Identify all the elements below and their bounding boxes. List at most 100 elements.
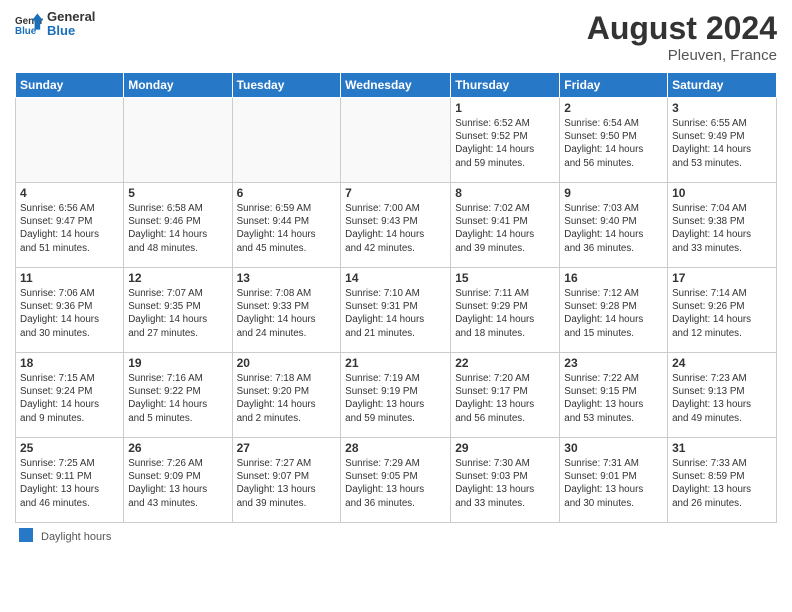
day-number: 6	[237, 186, 337, 200]
calendar-cell: 17 Sunrise: 7:14 AMSunset: 9:26 PMDayligh…	[668, 268, 777, 353]
calendar-cell	[341, 98, 451, 183]
day-info: Sunrise: 7:14 AMSunset: 9:26 PMDaylight:…	[672, 287, 772, 340]
day-number: 25	[20, 441, 119, 455]
calendar-cell	[16, 98, 124, 183]
logo-blue: Blue	[47, 23, 75, 38]
day-number: 21	[345, 356, 446, 370]
calendar-cell: 8 Sunrise: 7:02 AMSunset: 9:41 PMDaylight…	[451, 183, 560, 268]
calendar-cell: 19Sunrise: 7:16 AMSunset: 9:22 PMDayligh…	[124, 353, 232, 438]
day-info: Sunrise: 7:23 AMSunset: 9:13 PMDaylight:…	[672, 372, 772, 425]
calendar-cell: 15 Sunrise: 7:11 AMSunset: 9:29 PMDayligh…	[451, 268, 560, 353]
calendar-cell: 5 Sunrise: 6:58 AMSunset: 9:46 PMDaylight…	[124, 183, 232, 268]
day-info: Sunrise: 7:25 AMSunset: 9:11 PMDaylight:…	[20, 457, 119, 510]
calendar-cell: 30 Sunrise: 7:31 AMSunset: 9:01 PMDayligh…	[560, 438, 668, 523]
calendar-cell	[232, 98, 341, 183]
day-info: Sunrise: 7:08 AMSunset: 9:33 PMDaylight:…	[237, 287, 337, 340]
day-info: Sunrise: 7:30 AMSunset: 9:03 PMDaylight:…	[455, 457, 555, 510]
day-number: 17	[672, 271, 772, 285]
day-info: Sunrise: 7:18 AMSunset: 9:20 PMDaylight:…	[237, 372, 337, 425]
calendar-cell	[124, 98, 232, 183]
day-info: Sunrise: 7:12 AMSunset: 9:28 PMDaylight:…	[564, 287, 663, 340]
day-number: 23	[564, 356, 663, 370]
day-info: Sunrise: 7:19 AMSunset: 9:19 PMDaylight:…	[345, 372, 446, 425]
day-number: 27	[237, 441, 337, 455]
daylight-label: Daylight hours	[41, 531, 111, 543]
day-info: Sunrise: 6:56 AMSunset: 9:47 PMDaylight:…	[20, 202, 119, 255]
calendar-cell: 2Sunrise: 6:54 AMSunset: 9:50 PMDaylight…	[560, 98, 668, 183]
svg-text:Blue: Blue	[15, 26, 37, 37]
page-container: General Blue General Blue August 2024 Pl…	[0, 0, 792, 548]
daylight-color-box	[19, 528, 33, 542]
day-info: Sunrise: 7:03 AMSunset: 9:40 PMDaylight:…	[564, 202, 663, 255]
day-info: Sunrise: 6:52 AMSunset: 9:52 PMDaylight:…	[455, 117, 555, 170]
header: General Blue General Blue August 2024 Pl…	[15, 10, 777, 64]
calendar-week-3: 11Sunrise: 7:06 AMSunset: 9:36 PMDayligh…	[16, 268, 777, 353]
logo-general: General	[47, 9, 95, 24]
logo: General Blue General Blue	[15, 10, 95, 39]
col-saturday: Saturday	[668, 73, 777, 98]
calendar-table: Sunday Monday Tuesday Wednesday Thursday…	[15, 72, 777, 523]
day-number: 4	[20, 186, 119, 200]
calendar-cell: 25 Sunrise: 7:25 AMSunset: 9:11 PMDayligh…	[16, 438, 124, 523]
calendar-cell: 23 Sunrise: 7:22 AMSunset: 9:15 PMDayligh…	[560, 353, 668, 438]
day-number: 7	[345, 186, 446, 200]
day-number: 13	[237, 271, 337, 285]
calendar-week-5: 25 Sunrise: 7:25 AMSunset: 9:11 PMDayligh…	[16, 438, 777, 523]
col-sunday: Sunday	[16, 73, 124, 98]
calendar-header-row: Sunday Monday Tuesday Wednesday Thursday…	[16, 73, 777, 98]
calendar-cell: 22Sunrise: 7:20 AMSunset: 9:17 PMDayligh…	[451, 353, 560, 438]
calendar-cell: 26Sunrise: 7:26 AMSunset: 9:09 PMDayligh…	[124, 438, 232, 523]
day-number: 29	[455, 441, 555, 455]
day-info: Sunrise: 7:11 AMSunset: 9:29 PMDaylight:…	[455, 287, 555, 340]
calendar-cell: 16 Sunrise: 7:12 AMSunset: 9:28 PMDayligh…	[560, 268, 668, 353]
day-number: 18	[20, 356, 119, 370]
day-number: 16	[564, 271, 663, 285]
day-info: Sunrise: 7:04 AMSunset: 9:38 PMDaylight:…	[672, 202, 772, 255]
day-info: Sunrise: 6:58 AMSunset: 9:46 PMDaylight:…	[128, 202, 227, 255]
day-number: 5	[128, 186, 227, 200]
day-number: 30	[564, 441, 663, 455]
day-info: Sunrise: 7:20 AMSunset: 9:17 PMDaylight:…	[455, 372, 555, 425]
calendar-cell: 28Sunrise: 7:29 AMSunset: 9:05 PMDayligh…	[341, 438, 451, 523]
day-info: Sunrise: 7:27 AMSunset: 9:07 PMDaylight:…	[237, 457, 337, 510]
day-info: Sunrise: 7:29 AMSunset: 9:05 PMDaylight:…	[345, 457, 446, 510]
day-number: 2	[564, 101, 663, 115]
title-block: August 2024 Pleuven, France	[587, 10, 777, 64]
location: Pleuven, France	[587, 47, 777, 64]
calendar-cell: 10Sunrise: 7:04 AMSunset: 9:38 PMDayligh…	[668, 183, 777, 268]
calendar-cell: 31 Sunrise: 7:33 AMSunset: 8:59 PMDayligh…	[668, 438, 777, 523]
calendar-week-4: 18Sunrise: 7:15 AMSunset: 9:24 PMDayligh…	[16, 353, 777, 438]
calendar-cell: 1 Sunrise: 6:52 AMSunset: 9:52 PMDaylight…	[451, 98, 560, 183]
day-number: 15	[455, 271, 555, 285]
col-wednesday: Wednesday	[341, 73, 451, 98]
day-info: Sunrise: 7:33 AMSunset: 8:59 PMDaylight:…	[672, 457, 772, 510]
calendar-cell: 18Sunrise: 7:15 AMSunset: 9:24 PMDayligh…	[16, 353, 124, 438]
calendar-cell: 9Sunrise: 7:03 AMSunset: 9:40 PMDaylight…	[560, 183, 668, 268]
day-info: Sunrise: 7:00 AMSunset: 9:43 PMDaylight:…	[345, 202, 446, 255]
day-number: 31	[672, 441, 772, 455]
day-info: Sunrise: 6:59 AMSunset: 9:44 PMDaylight:…	[237, 202, 337, 255]
day-info: Sunrise: 6:55 AMSunset: 9:49 PMDaylight:…	[672, 117, 772, 170]
footer: Daylight hours	[15, 527, 777, 543]
day-info: Sunrise: 7:10 AMSunset: 9:31 PMDaylight:…	[345, 287, 446, 340]
col-tuesday: Tuesday	[232, 73, 341, 98]
calendar-cell: 20Sunrise: 7:18 AMSunset: 9:20 PMDayligh…	[232, 353, 341, 438]
day-info: Sunrise: 7:07 AMSunset: 9:35 PMDaylight:…	[128, 287, 227, 340]
day-info: Sunrise: 7:31 AMSunset: 9:01 PMDaylight:…	[564, 457, 663, 510]
day-number: 8	[455, 186, 555, 200]
calendar-week-1: 1 Sunrise: 6:52 AMSunset: 9:52 PMDaylight…	[16, 98, 777, 183]
calendar-cell: 21 Sunrise: 7:19 AMSunset: 9:19 PMDayligh…	[341, 353, 451, 438]
calendar-week-2: 4 Sunrise: 6:56 AMSunset: 9:47 PMDaylight…	[16, 183, 777, 268]
day-number: 1	[455, 101, 555, 115]
calendar-cell: 7 Sunrise: 7:00 AMSunset: 9:43 PMDaylight…	[341, 183, 451, 268]
day-info: Sunrise: 7:22 AMSunset: 9:15 PMDaylight:…	[564, 372, 663, 425]
col-friday: Friday	[560, 73, 668, 98]
calendar-cell: 12Sunrise: 7:07 AMSunset: 9:35 PMDayligh…	[124, 268, 232, 353]
calendar-cell: 14Sunrise: 7:10 AMSunset: 9:31 PMDayligh…	[341, 268, 451, 353]
col-monday: Monday	[124, 73, 232, 98]
day-info: Sunrise: 7:26 AMSunset: 9:09 PMDaylight:…	[128, 457, 227, 510]
calendar-cell: 11Sunrise: 7:06 AMSunset: 9:36 PMDayligh…	[16, 268, 124, 353]
day-info: Sunrise: 7:16 AMSunset: 9:22 PMDaylight:…	[128, 372, 227, 425]
calendar-cell: 24Sunrise: 7:23 AMSunset: 9:13 PMDayligh…	[668, 353, 777, 438]
day-info: Sunrise: 7:02 AMSunset: 9:41 PMDaylight:…	[455, 202, 555, 255]
